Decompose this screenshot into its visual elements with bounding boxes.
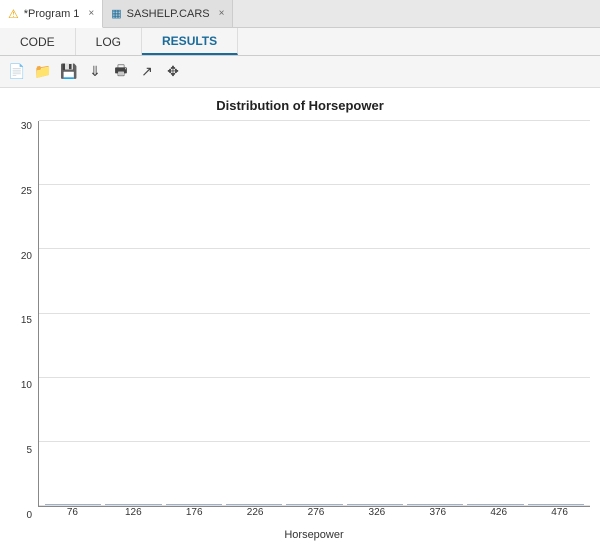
view-tabs: CODE LOG RESULTS (0, 28, 600, 56)
table-icon: ▦ (111, 7, 121, 20)
tab-results[interactable]: RESULTS (142, 28, 238, 55)
x-axis-label: 226 (225, 507, 286, 527)
title-bar: ⚠ *Program 1 × ▦ SASHELP.CARS × (0, 0, 600, 28)
y-axis-label: 20 (21, 251, 32, 262)
grid-line (39, 248, 590, 249)
x-axis-label: 326 (346, 507, 407, 527)
y-axis-label: 10 (21, 380, 32, 391)
y-axis-label: 25 (21, 186, 32, 197)
grid-line (39, 441, 590, 442)
sashelp-tab-label: SASHELP.CARS (127, 8, 210, 20)
expand-button[interactable]: ↗ (136, 61, 158, 83)
y-axis-label: 0 (26, 510, 32, 521)
x-axis-labels: 76126176226276326376426476 (38, 507, 590, 527)
grid-line (39, 313, 590, 314)
sashelp-tab[interactable]: ▦ SASHELP.CARS × (103, 0, 233, 27)
collapse-button[interactable]: ✥ (162, 61, 184, 83)
x-axis-label: 426 (468, 507, 529, 527)
open-button[interactable]: 📁 (32, 61, 54, 83)
print-button[interactable]: 🖶 (110, 61, 132, 83)
warning-icon: ⚠ (8, 7, 19, 21)
new-button[interactable]: 📄 (6, 61, 28, 83)
x-axis-label: 376 (407, 507, 468, 527)
x-axis-label: 76 (42, 507, 103, 527)
chart-title: Distribution of Horsepower (216, 98, 384, 113)
x-axis-label: 276 (286, 507, 347, 527)
x-axis-label: 126 (103, 507, 164, 527)
toolbar: 📄 📁 💾 ⇓ 🖶 ↗ ✥ (0, 56, 600, 88)
program-tab-label: *Program 1 (24, 8, 80, 20)
program-tab[interactable]: ⚠ *Program 1 × (0, 0, 103, 28)
y-axis-label: 30 (21, 121, 32, 132)
program-tab-close[interactable]: × (88, 8, 94, 19)
chart-wrapper: 0 5 10 15 20 25 30 76126176226276326376426476 … (10, 121, 590, 541)
y-axis-label: 15 (21, 315, 32, 326)
tab-code[interactable]: CODE (0, 28, 76, 55)
grid-line (39, 505, 590, 506)
x-axis-label: 476 (529, 507, 590, 527)
tab-log[interactable]: LOG (76, 28, 142, 55)
grid-line (39, 120, 590, 121)
grid-line (39, 377, 590, 378)
y-axis: 0 5 10 15 20 25 30 (10, 121, 38, 541)
chart-area: Distribution of Horsepower 0 5 10 15 20 25 30 … (0, 88, 600, 546)
grid-line (39, 184, 590, 185)
chart-inner: 76126176226276326376426476 Horsepower (38, 121, 590, 541)
x-axis-title: Horsepower (38, 529, 590, 541)
save-button[interactable]: 💾 (58, 61, 80, 83)
download-button[interactable]: ⇓ (84, 61, 106, 83)
bars-container (38, 121, 590, 507)
sashelp-tab-close[interactable]: × (219, 8, 225, 19)
x-axis-label: 176 (164, 507, 225, 527)
y-axis-label: 5 (26, 445, 32, 456)
